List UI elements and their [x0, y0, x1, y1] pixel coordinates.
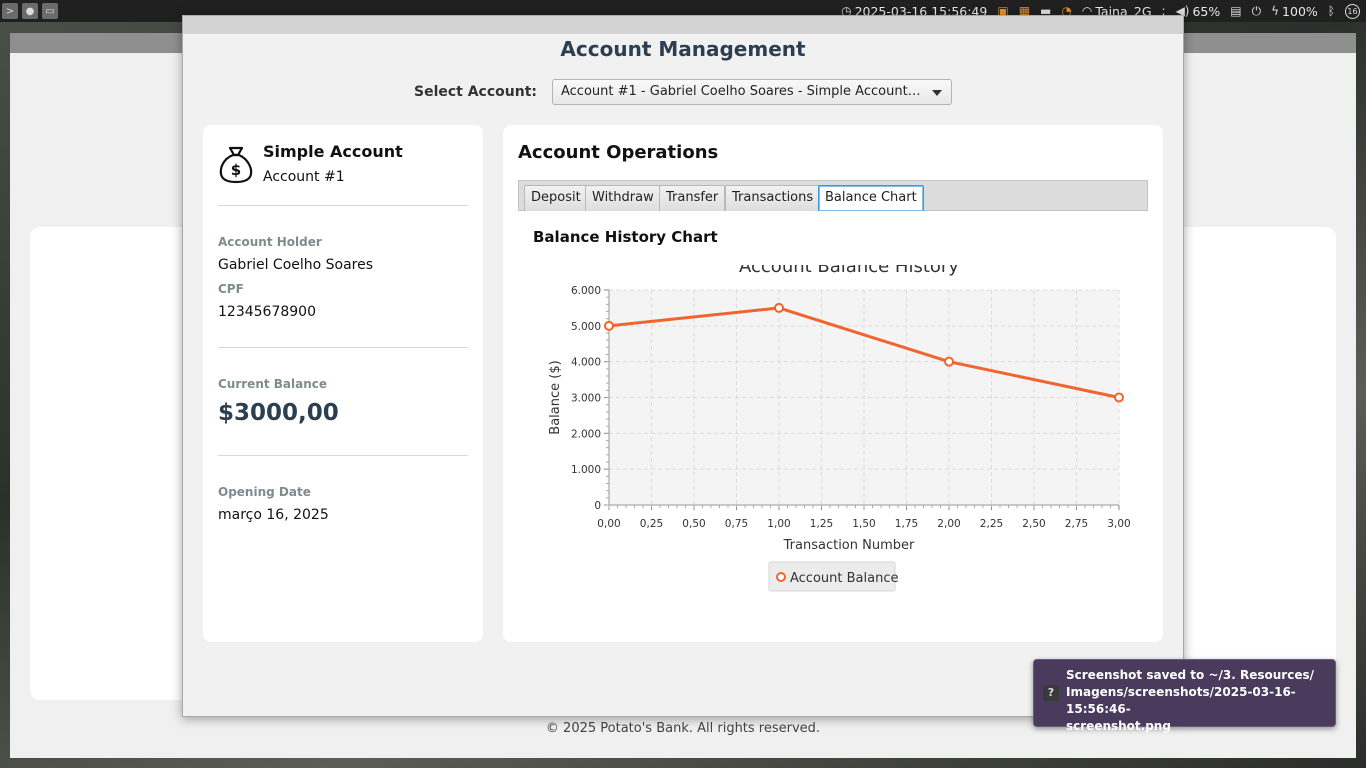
holder-value: Gabriel Coelho Soares: [218, 257, 374, 273]
x-tick-label: 2,50: [1022, 518, 1045, 530]
money-bag-icon: $: [219, 146, 253, 184]
tab-withdraw[interactable]: Withdraw: [585, 185, 661, 211]
y-tick-label: 1.000: [571, 464, 601, 476]
app-launcher-icon[interactable]: ●: [22, 3, 38, 19]
y-tick-label: 6.000: [571, 285, 601, 297]
chart-title: Account Balance History: [739, 265, 959, 277]
notification-line: Screenshot saved to ~/3. Resources/: [1066, 668, 1314, 682]
legend-label: Account Balance: [790, 571, 898, 586]
data-point: [1114, 392, 1124, 403]
notification-line: Imagens/screenshots/2025-03-16-15:56:46-: [1066, 685, 1296, 716]
divider: [218, 455, 468, 456]
balance-history-chart: 0,00 0,25 0,50 0,75 1,00 1,25 1,50 1,75 2,00 2,25…: [548, 265, 1131, 592]
y-tick-label: 4.000: [571, 357, 601, 369]
terminal-launcher-icon[interactable]: >: [2, 3, 18, 19]
power-icon[interactable]: ⏻: [1252, 4, 1262, 19]
account-info-card: $ Simple Account Account #1 Account Hold…: [203, 125, 483, 642]
account-operations-card: Account Operations Deposit Withdraw Tran…: [503, 125, 1163, 642]
tab-transfer[interactable]: Transfer: [659, 185, 726, 211]
y-tick-label: 5.000: [571, 321, 601, 333]
tab-balance-chart[interactable]: Balance Chart: [818, 185, 924, 211]
notification-count-icon[interactable]: 16: [1345, 3, 1360, 19]
operations-title: Account Operations: [518, 142, 719, 163]
tab-transactions[interactable]: Transactions: [725, 185, 821, 211]
divider: [218, 347, 468, 348]
account-select-row: Select Account: Account #1 - Gabriel Coe…: [183, 79, 1183, 105]
data-point: [944, 356, 954, 367]
dialog-titlebar[interactable]: [183, 16, 1183, 34]
data-point: [774, 302, 784, 313]
x-tick-label: 2,00: [937, 518, 960, 530]
plug-icon: ϟ: [1271, 4, 1280, 18]
account-select-dropdown[interactable]: Account #1 - Gabriel Coelho Soares - Sim…: [552, 79, 952, 105]
x-tick-label: 0,75: [725, 518, 748, 530]
opening-date-label: Opening Date: [218, 485, 311, 499]
x-tick-label: 1,25: [810, 518, 833, 530]
keyboard-icon[interactable]: ▤: [1230, 4, 1241, 18]
account-management-dialog: Account Management Select Account: Accou…: [182, 15, 1184, 717]
cpf-label: CPF: [218, 282, 244, 296]
y-tick-label: 2.000: [571, 428, 601, 440]
x-tick-label: 1,75: [895, 518, 918, 530]
balance-label: Current Balance: [218, 377, 328, 391]
screenshot-notification[interactable]: ? Screenshot saved to ~/3. Resources/ Im…: [1033, 659, 1336, 733]
x-tick-label: 2,75: [1065, 518, 1088, 530]
divider: [218, 205, 468, 206]
notification-line: screenshot.png: [1066, 719, 1171, 733]
notification-text: Screenshot saved to ~/3. Resources/ Imag…: [1066, 667, 1328, 735]
x-tick-label: 2,25: [980, 518, 1003, 530]
account-select-value: Account #1 - Gabriel Coelho Soares - Sim…: [561, 84, 942, 99]
y-tick-label: 3.000: [571, 393, 601, 405]
select-account-label: Select Account:: [413, 84, 537, 100]
tab-deposit[interactable]: Deposit: [524, 185, 588, 211]
holder-label: Account Holder: [218, 235, 322, 249]
help-icon: ?: [1043, 685, 1059, 701]
y-axis-label: Balance ($): [548, 360, 563, 434]
account-number: Account #1: [263, 169, 345, 185]
opening-date-value: março 16, 2025: [218, 507, 329, 523]
x-axis-label: Transaction Number: [783, 538, 915, 553]
account-type: Simple Account: [263, 142, 403, 161]
chart-heading: Balance History Chart: [533, 228, 718, 246]
legend-marker: [776, 572, 786, 582]
svg-text:$: $: [231, 161, 241, 179]
chevron-down-icon: [932, 90, 942, 96]
x-tick-label: 0,50: [682, 518, 705, 530]
y-tick-label: 0: [594, 500, 601, 512]
x-tick-label: 1,50: [852, 518, 875, 530]
x-tick-label: 0,00: [597, 518, 620, 530]
cpf-value: 12345678900: [218, 304, 316, 320]
bluetooth-icon[interactable]: ᛒ: [1328, 4, 1335, 18]
x-tick-label: 3,00: [1107, 518, 1130, 530]
x-tick-label: 1,00: [767, 518, 790, 530]
battery-level: 100%: [1282, 3, 1318, 19]
operations-tabbar: Deposit Withdraw Transfer Transactions B…: [518, 180, 1148, 211]
balance-value: $3000,00: [218, 400, 339, 426]
battery-indicator[interactable]: ϟ 100%: [1271, 4, 1318, 19]
volume-level: 65%: [1192, 3, 1221, 19]
x-tick-label: 0,25: [640, 518, 663, 530]
files-launcher-icon[interactable]: ▭: [42, 3, 58, 19]
dialog-title: Account Management: [560, 37, 806, 61]
data-point: [604, 320, 614, 331]
